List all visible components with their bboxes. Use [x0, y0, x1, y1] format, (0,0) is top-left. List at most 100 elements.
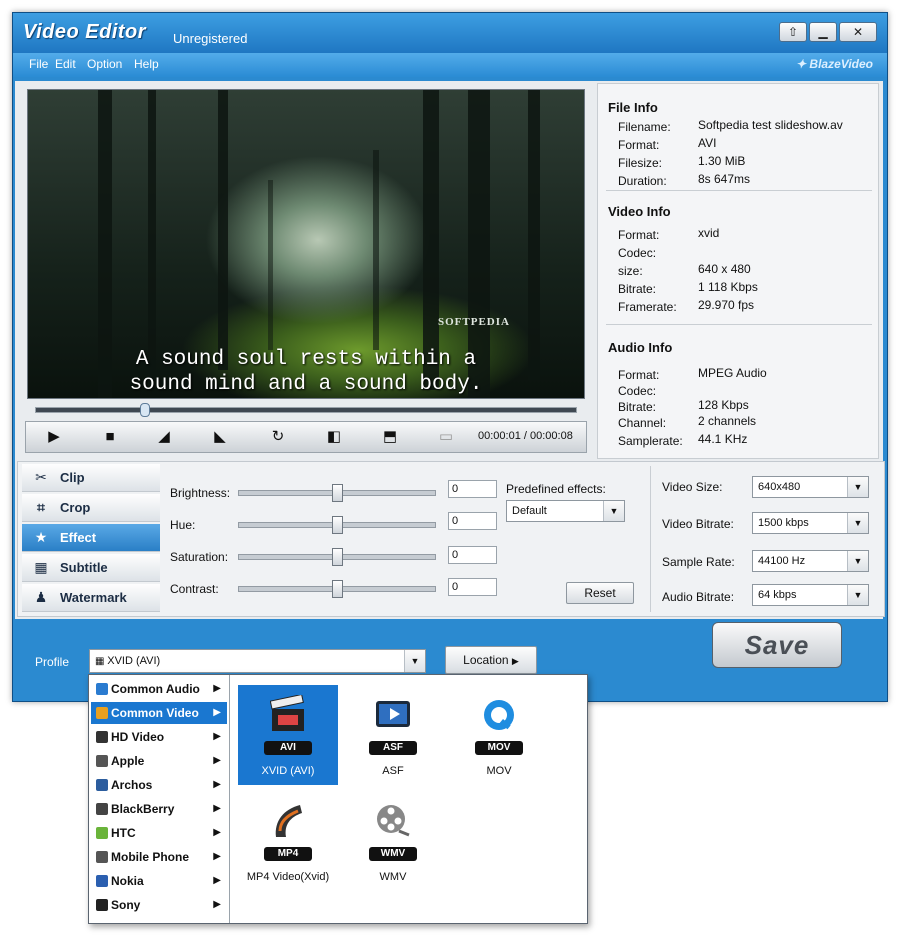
minimize-button[interactable]: ▁	[809, 22, 837, 42]
mark-out-button[interactable]: ◣	[198, 426, 242, 448]
flip-vertical-button[interactable]: ⬒	[368, 426, 412, 448]
contrast-slider[interactable]	[238, 580, 436, 598]
seek-handle[interactable]	[140, 403, 150, 417]
film-reel-icon	[377, 805, 410, 837]
hue-slider[interactable]	[238, 516, 436, 534]
sample-rate-select[interactable]: 44100 Hz ▼	[752, 550, 869, 572]
brightness-value[interactable]: 0	[448, 480, 497, 498]
format-name: WMV	[379, 871, 407, 883]
film-strip-icon	[96, 707, 108, 719]
flip-horizontal-icon: ◧	[326, 428, 342, 445]
menu-option[interactable]: Option	[87, 57, 122, 71]
category-item[interactable]: Common Audio ▶	[91, 678, 227, 700]
reset-button[interactable]: Reset	[566, 582, 634, 604]
chevron-right-icon: ▶	[213, 779, 221, 790]
predefined-effects-select[interactable]: Default ▼	[506, 500, 625, 522]
category-item[interactable]: Sony ▶	[91, 894, 227, 916]
tab-clip[interactable]: ✂ Clip	[22, 464, 160, 492]
film-icon: ▦	[95, 656, 108, 667]
video-size-select[interactable]: 640x480 ▼	[752, 476, 869, 498]
hd-icon	[96, 731, 108, 743]
title-bar[interactable]: Video Editor Unregistered ⇧ ▁ ✕	[13, 13, 887, 53]
format-mov[interactable]: MOV MOV	[449, 685, 549, 785]
subtitle-line-1: A sound soul rests within a	[135, 348, 477, 371]
chevron-down-icon[interactable]: ▼	[603, 501, 624, 521]
saturation-slider-knob[interactable]	[332, 548, 343, 566]
menu-file[interactable]: File	[29, 57, 48, 71]
chevron-right-icon: ▶	[213, 899, 221, 910]
flip-horizontal-button[interactable]: ◧	[312, 426, 356, 448]
category-label: Sony	[111, 898, 141, 912]
tab-label: Effect	[60, 530, 97, 545]
tab-label: Subtitle	[60, 560, 108, 575]
info-label: Framerate:	[618, 300, 677, 314]
chevron-down-icon[interactable]: ▼	[847, 513, 868, 533]
save-button[interactable]: Save	[712, 622, 842, 668]
menu-edit[interactable]: Edit	[55, 57, 76, 71]
brightness-label: Brightness:	[170, 486, 231, 500]
profile-label: Profile	[35, 655, 70, 669]
chevron-down-icon[interactable]: ▼	[847, 585, 868, 605]
format-badge: ASF	[369, 741, 417, 755]
format-wmv[interactable]: WMV WMV	[343, 791, 443, 891]
category-item[interactable]: Common Video ▶	[91, 702, 227, 724]
hue-value[interactable]: 0	[448, 512, 497, 530]
category-item[interactable]: HTC ▶	[91, 822, 227, 844]
film-strip-icon	[275, 805, 302, 837]
contrast-slider-knob[interactable]	[332, 580, 343, 598]
brightness-slider-knob[interactable]	[332, 484, 343, 502]
apple-device-icon	[96, 755, 108, 767]
mark-in-button[interactable]: ◢	[142, 426, 186, 448]
snapshot-icon: ▭	[438, 428, 454, 445]
category-item[interactable]: Mobile Phone ▶	[91, 846, 227, 868]
stop-button[interactable]: ■	[88, 426, 132, 448]
chevron-down-icon[interactable]: ▼	[847, 477, 868, 497]
chevron-right-icon: ▶	[213, 803, 221, 814]
chevron-down-icon[interactable]: ▼	[847, 551, 868, 571]
category-item[interactable]: Nokia ▶	[91, 870, 227, 892]
menu-help[interactable]: Help	[134, 57, 159, 71]
snapshot-button[interactable]: ▭	[424, 426, 468, 448]
format-avi[interactable]: AVI XVID (AVI)	[238, 685, 338, 785]
tab-effect[interactable]: ★ Effect	[22, 524, 160, 552]
brand-name: BlazeVideo	[809, 57, 873, 71]
play-button[interactable]: ▶	[32, 426, 76, 448]
format-asf[interactable]: ASF ASF	[343, 685, 443, 785]
rotate-button[interactable]: ↻	[256, 426, 300, 448]
audio-bitrate-select[interactable]: 64 kbps ▼	[752, 584, 869, 606]
rotate-icon: ↻	[271, 428, 285, 445]
chevron-right-icon: ▶	[213, 827, 221, 838]
info-value: 29.970 fps	[698, 298, 755, 312]
file-info-heading: File Info	[608, 100, 658, 115]
category-item[interactable]: HD Video ▶	[91, 726, 227, 748]
video-size-label: Video Size:	[662, 480, 723, 494]
minimize-icon: ▁	[818, 25, 828, 39]
format-mp4[interactable]: MP4 MP4 Video(Xvid)	[238, 791, 338, 891]
saturation-value[interactable]: 0	[448, 546, 497, 564]
stop-icon: ■	[105, 428, 115, 445]
location-button[interactable]: Location ▶	[445, 646, 537, 674]
saturation-slider[interactable]	[238, 548, 436, 566]
predefined-effects-value: Default	[512, 505, 547, 517]
profile-select[interactable]: ▦ XVID (AVI) ▼	[89, 649, 426, 673]
brightness-slider[interactable]	[238, 484, 436, 502]
tab-watermark[interactable]: ♟ Watermark	[22, 584, 160, 612]
sample-rate-label: Sample Rate:	[662, 555, 735, 569]
mobile-phone-icon	[96, 851, 108, 863]
hue-slider-knob[interactable]	[332, 516, 343, 534]
monitor-play-icon	[376, 701, 410, 727]
tab-crop[interactable]: ⌗ Crop	[22, 494, 160, 522]
info-value: Softpedia test slideshow.av	[698, 118, 843, 132]
chevron-down-icon[interactable]: ▼	[404, 650, 425, 672]
contrast-value[interactable]: 0	[448, 578, 497, 596]
tab-subtitle[interactable]: ▦ Subtitle	[22, 554, 160, 582]
category-item[interactable]: BlackBerry ▶	[91, 798, 227, 820]
seek-bar[interactable]	[35, 403, 577, 417]
info-value: xvid	[698, 226, 720, 240]
restore-button[interactable]: ⇧	[779, 22, 807, 42]
video-bitrate-select[interactable]: 1500 kbps ▼	[752, 512, 869, 534]
subtitle-line-2: sound mind and a sound body.	[129, 373, 483, 396]
close-button[interactable]: ✕	[839, 22, 877, 42]
category-item[interactable]: Apple ▶	[91, 750, 227, 772]
category-item[interactable]: Archos ▶	[91, 774, 227, 796]
